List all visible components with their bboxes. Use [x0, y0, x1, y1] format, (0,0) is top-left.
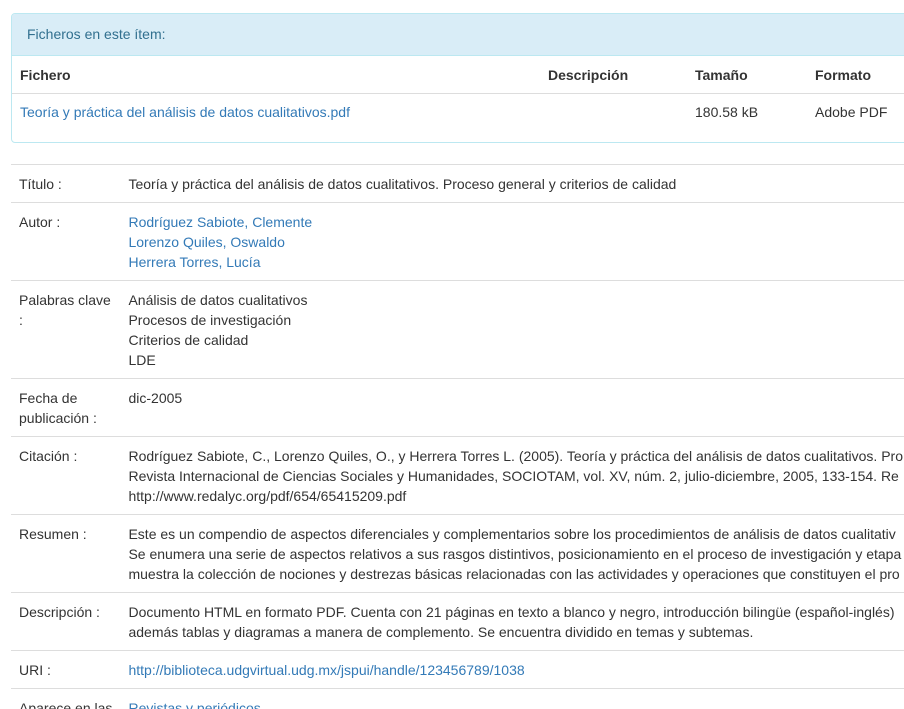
metadata-row-abstract: Resumen : Este es un compendio de aspect… — [11, 514, 904, 593]
keyword: Procesos de investigación — [128, 312, 292, 328]
citation-line: http://www.redalyc.org/pdf/654/65415209.… — [128, 488, 407, 504]
citation-line: Revista Internacional de Ciencias Social… — [128, 468, 899, 484]
description-value: Documento HTML en formato PDF. Cuenta co… — [120, 592, 904, 651]
metadata-row-citation: Citación : Rodríguez Sabiote, C., Lorenz… — [11, 436, 904, 515]
files-panel-heading: Ficheros en este ítem: — [12, 14, 904, 56]
metadata-row-description: Descripción : Documento HTML en formato … — [11, 592, 904, 651]
column-header-format: Formato — [807, 56, 904, 94]
column-header-description: Descripción — [540, 56, 687, 94]
metadata-label: Resumen : — [11, 514, 121, 593]
metadata-label: Descripción : — [11, 592, 121, 651]
author-link[interactable]: Rodríguez Sabiote, Clemente — [128, 212, 903, 232]
description-line: Documento HTML en formato PDF. Cuenta co… — [128, 604, 895, 620]
author-link[interactable]: Lorenzo Quiles, Oswaldo — [128, 232, 903, 252]
uri-link[interactable]: http://biblioteca.udgvirtual.udg.mx/jspu… — [128, 662, 524, 678]
file-format-cell: Adobe PDF — [815, 104, 888, 120]
keyword: Criterios de calidad — [128, 332, 249, 348]
keyword: LDE — [128, 352, 156, 368]
collection-link[interactable]: Revistas y periódicos — [128, 700, 260, 709]
metadata-label: URI : — [11, 650, 121, 689]
file-download-link[interactable]: Teoría y práctica del análisis de datos … — [20, 104, 350, 120]
files-table: Fichero Descripción Tamaño Formato Teorí… — [12, 56, 904, 130]
citation-line: Rodríguez Sabiote, C., Lorenzo Quiles, O… — [128, 448, 903, 464]
keyword-list: Análisis de datos cualitativos Procesos … — [120, 280, 904, 379]
collections-cell: Revistas y periódicos — [120, 688, 904, 709]
date-value: dic-2005 — [120, 378, 904, 437]
column-header-file: Fichero — [12, 56, 540, 94]
table-row: Teoría y práctica del análisis de datos … — [12, 94, 904, 131]
metadata-label: Citación : — [11, 436, 121, 515]
metadata-row-keywords: Palabras clave : Análisis de datos cuali… — [11, 280, 904, 379]
metadata-row-author: Autor : Rodríguez Sabiote, Clemente Lore… — [11, 202, 904, 281]
metadata-label: Título : — [11, 164, 121, 203]
citation-value: Rodríguez Sabiote, C., Lorenzo Quiles, O… — [120, 436, 904, 515]
abstract-value: Este es un compendio de aspectos diferen… — [120, 514, 904, 593]
author-link[interactable]: Herrera Torres, Lucía — [128, 252, 903, 272]
title-value: Teoría y práctica del análisis de datos … — [120, 164, 904, 203]
author-list: Rodríguez Sabiote, Clemente Lorenzo Quil… — [120, 202, 904, 281]
metadata-label: Palabras clave : — [11, 280, 121, 379]
files-panel: Ficheros en este ítem: Fichero Descripci… — [11, 13, 904, 143]
file-cell: Teoría y práctica del análisis de datos … — [12, 94, 540, 131]
metadata-row-date: Fecha de publicación : dic-2005 — [11, 378, 904, 437]
metadata-label: Autor : — [11, 202, 121, 281]
metadata-table: Título : Teoría y práctica del análisis … — [11, 164, 904, 709]
description-line: además tablas y diagramas a manera de co… — [128, 624, 754, 640]
metadata-label: Fecha de publicación : — [11, 378, 121, 437]
abstract-line: muestra la colección de nociones y destr… — [128, 566, 900, 582]
metadata-row-title: Título : Teoría y práctica del análisis … — [11, 164, 904, 203]
column-header-size: Tamaño — [687, 56, 807, 94]
abstract-line: Este es un compendio de aspectos diferen… — [128, 526, 896, 542]
metadata-row-uri: URI : http://biblioteca.udgvirtual.udg.m… — [11, 650, 904, 689]
keyword: Análisis de datos cualitativos — [128, 292, 308, 308]
metadata-row-collections: Aparece en las Revistas y periódicos — [11, 688, 904, 709]
item-page: Ficheros en este ítem: Fichero Descripci… — [0, 0, 904, 709]
abstract-line: Se enumera una serie de aspectos relativ… — [128, 546, 902, 562]
files-table-header: Fichero Descripción Tamaño Formato — [12, 56, 904, 94]
file-description-cell — [540, 94, 687, 131]
metadata-label: Aparece en las — [11, 688, 121, 709]
uri-cell: http://biblioteca.udgvirtual.udg.mx/jspu… — [120, 650, 904, 689]
file-size-cell: 180.58 kB — [695, 104, 759, 120]
